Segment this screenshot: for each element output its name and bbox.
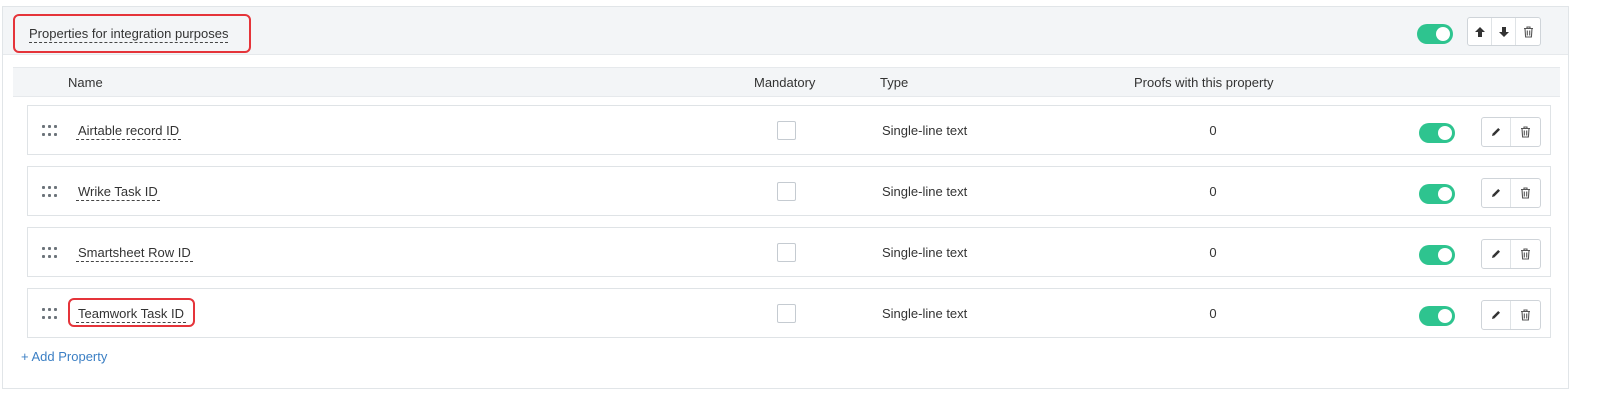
property-group-panel: Properties for integration purposes Name	[2, 6, 1569, 389]
property-type: Single-line text	[882, 184, 968, 199]
edit-property-button[interactable]	[1482, 179, 1511, 207]
toggle-knob	[1438, 248, 1452, 262]
edit-property-button[interactable]	[1482, 240, 1511, 268]
toggle-knob	[1436, 27, 1450, 41]
mandatory-checkbox[interactable]	[777, 121, 796, 140]
delete-property-button[interactable]	[1511, 240, 1540, 268]
group-title[interactable]: Properties for integration purposes	[29, 26, 229, 43]
toggle-knob	[1438, 126, 1452, 140]
delete-property-button[interactable]	[1511, 118, 1540, 146]
table-row: Airtable record ID Single-line text 0	[27, 105, 1551, 155]
proofs-count: 0	[1209, 245, 1217, 260]
row-action-buttons	[1481, 300, 1541, 330]
property-name[interactable]: Smartsheet Row ID	[76, 245, 193, 262]
group-title-highlight: Properties for integration purposes	[13, 14, 251, 53]
move-up-button[interactable]	[1468, 18, 1492, 45]
group-enabled-toggle[interactable]	[1417, 24, 1453, 44]
delete-property-button[interactable]	[1511, 179, 1540, 207]
column-header-mandatory: Mandatory	[754, 75, 816, 90]
edit-property-button[interactable]	[1482, 301, 1511, 329]
mandatory-checkbox[interactable]	[777, 243, 796, 262]
table-row: Teamwork Task ID Single-line text 0	[27, 288, 1551, 338]
drag-handle-icon[interactable]	[42, 186, 58, 198]
arrow-up-icon	[1474, 26, 1486, 38]
property-enabled-toggle[interactable]	[1419, 184, 1455, 204]
toggle-knob	[1438, 187, 1452, 201]
group-header: Properties for integration purposes	[3, 7, 1568, 55]
property-enabled-toggle[interactable]	[1419, 306, 1455, 326]
move-down-button[interactable]	[1492, 18, 1516, 45]
trash-icon	[1523, 25, 1534, 38]
trash-icon	[1520, 126, 1531, 138]
drag-handle-icon[interactable]	[42, 247, 58, 259]
row-action-buttons	[1481, 117, 1541, 147]
row-action-buttons	[1481, 239, 1541, 269]
table-row: Wrike Task ID Single-line text 0	[27, 166, 1551, 216]
property-enabled-toggle[interactable]	[1419, 245, 1455, 265]
column-header-proofs: Proofs with this property	[1134, 75, 1274, 90]
drag-handle-icon[interactable]	[42, 308, 58, 320]
trash-icon	[1520, 187, 1531, 199]
row-action-buttons	[1481, 178, 1541, 208]
edit-property-button[interactable]	[1482, 118, 1511, 146]
arrow-down-icon	[1498, 26, 1510, 38]
delete-group-button[interactable]	[1516, 18, 1540, 45]
property-type: Single-line text	[882, 245, 968, 260]
column-header-name: Name	[68, 75, 103, 90]
proofs-count: 0	[1209, 123, 1217, 138]
property-name[interactable]: Teamwork Task ID	[76, 306, 186, 323]
mandatory-checkbox[interactable]	[777, 304, 796, 323]
mandatory-checkbox[interactable]	[777, 182, 796, 201]
proofs-count: 0	[1209, 184, 1217, 199]
pencil-icon	[1490, 309, 1502, 321]
delete-property-button[interactable]	[1511, 301, 1540, 329]
toggle-knob	[1438, 309, 1452, 323]
pencil-icon	[1490, 126, 1502, 138]
property-type: Single-line text	[882, 123, 968, 138]
property-name[interactable]: Wrike Task ID	[76, 184, 160, 201]
property-name[interactable]: Airtable record ID	[76, 123, 182, 140]
pencil-icon	[1490, 187, 1502, 199]
table-header: Name Mandatory Type Proofs with this pro…	[13, 67, 1560, 97]
drag-handle-icon[interactable]	[42, 125, 58, 137]
pencil-icon	[1490, 248, 1502, 260]
trash-icon	[1520, 309, 1531, 321]
add-property-link[interactable]: + Add Property	[21, 349, 107, 364]
table-row: Smartsheet Row ID Single-line text 0	[27, 227, 1551, 277]
property-type: Single-line text	[882, 306, 968, 321]
property-enabled-toggle[interactable]	[1419, 123, 1455, 143]
trash-icon	[1520, 248, 1531, 260]
column-header-type: Type	[880, 75, 909, 90]
proofs-count: 0	[1209, 306, 1217, 321]
group-action-buttons	[1467, 17, 1541, 46]
